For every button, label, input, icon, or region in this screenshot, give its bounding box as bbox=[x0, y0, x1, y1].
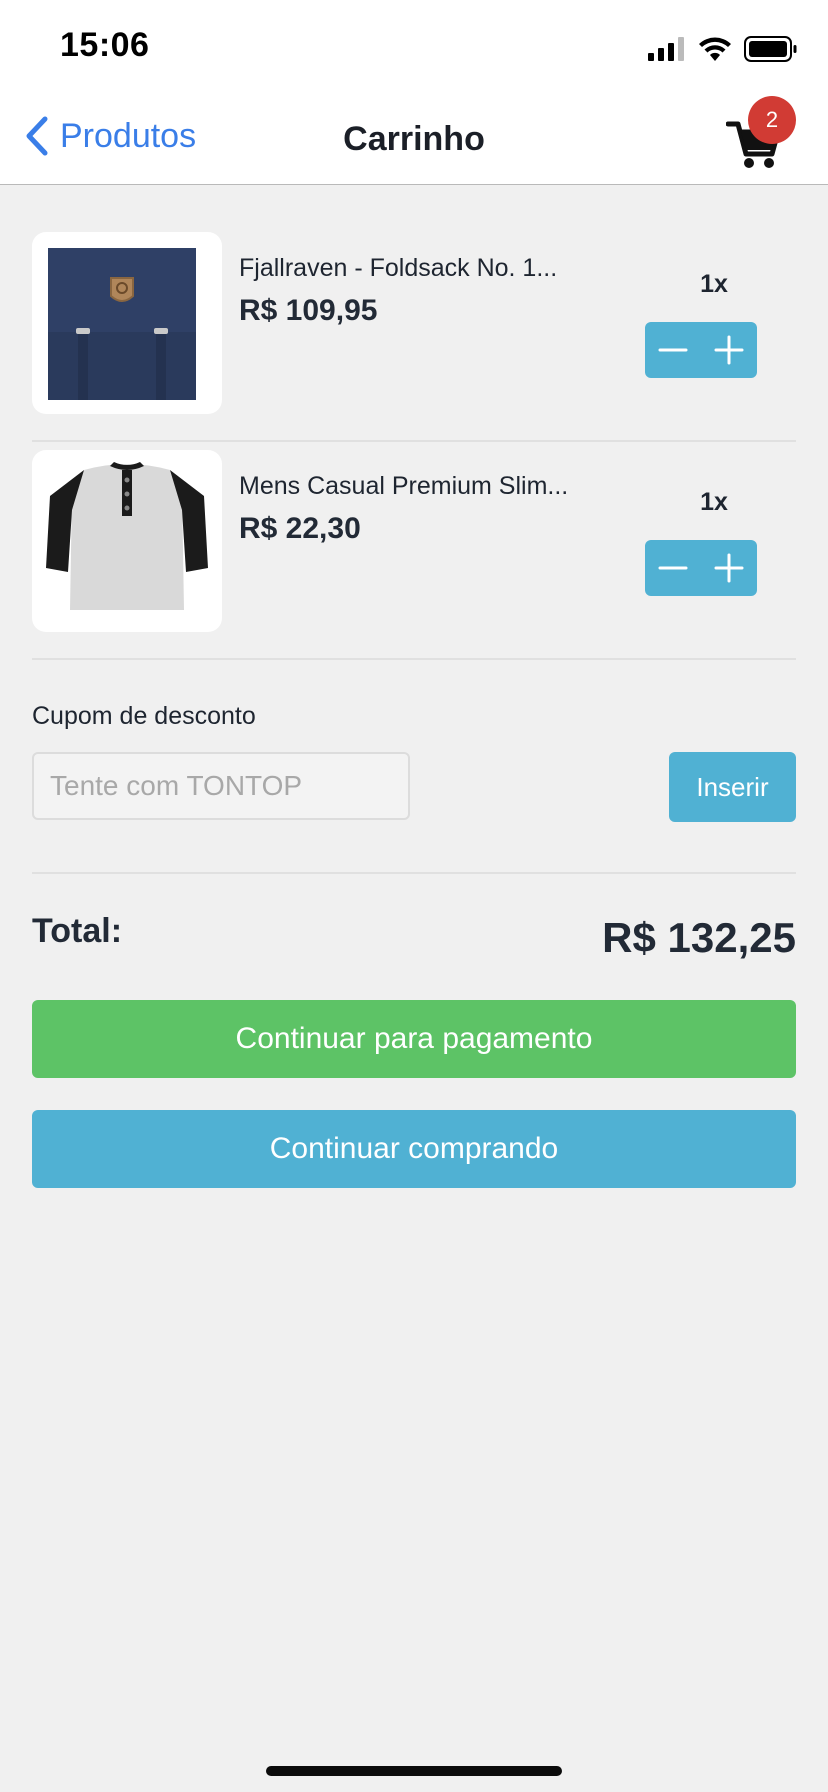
cart-count-badge: 2 bbox=[748, 96, 796, 144]
decrease-quantity-button[interactable] bbox=[645, 322, 701, 378]
continue-shopping-button[interactable]: Continuar comprando bbox=[32, 1110, 796, 1188]
home-indicator bbox=[266, 1766, 562, 1776]
increase-quantity-button[interactable] bbox=[701, 322, 757, 378]
backpack-image bbox=[48, 248, 196, 400]
cart-item: Mens Casual Premium Slim... R$ 22,30 1x bbox=[32, 442, 796, 660]
product-quantity: 1x bbox=[700, 270, 728, 298]
minus-icon bbox=[658, 566, 688, 570]
quantity-stepper bbox=[645, 322, 757, 378]
page-title: Carrinho bbox=[343, 120, 485, 158]
status-time: 15:06 bbox=[60, 26, 150, 64]
coupon-input[interactable] bbox=[32, 752, 410, 820]
cart-item: Fjallraven - Foldsack No. 1... R$ 109,95… bbox=[32, 224, 796, 442]
quantity-stepper bbox=[645, 540, 757, 596]
divider bbox=[32, 872, 796, 874]
raglan-shirt-image bbox=[46, 462, 208, 610]
product-price: R$ 22,30 bbox=[239, 512, 361, 545]
wifi-icon bbox=[699, 37, 731, 61]
plus-icon bbox=[714, 335, 744, 365]
continue-to-payment-button[interactable]: Continuar para pagamento bbox=[32, 1000, 796, 1078]
plus-icon bbox=[714, 553, 744, 583]
increase-quantity-button[interactable] bbox=[701, 540, 757, 596]
cellular-signal-icon bbox=[648, 37, 684, 61]
navigation-bar: Produtos Carrinho 2 bbox=[0, 88, 828, 185]
status-bar: 15:06 bbox=[0, 0, 828, 88]
product-image[interactable] bbox=[32, 232, 222, 414]
status-icons bbox=[648, 34, 798, 64]
product-price: R$ 109,95 bbox=[239, 294, 378, 327]
product-image[interactable] bbox=[32, 450, 222, 632]
decrease-quantity-button[interactable] bbox=[645, 540, 701, 596]
total-value: R$ 132,25 bbox=[602, 914, 796, 961]
cart-list: Fjallraven - Foldsack No. 1... R$ 109,95… bbox=[32, 224, 796, 660]
product-name: Mens Casual Premium Slim... bbox=[239, 472, 569, 500]
minus-icon bbox=[658, 348, 688, 352]
apply-coupon-button[interactable]: Inserir bbox=[669, 752, 796, 822]
product-quantity: 1x bbox=[700, 488, 728, 516]
battery-icon bbox=[744, 36, 797, 62]
product-name: Fjallraven - Foldsack No. 1... bbox=[239, 254, 558, 282]
total-label: Total: bbox=[32, 912, 123, 950]
coupon-label: Cupom de desconto bbox=[32, 702, 256, 730]
